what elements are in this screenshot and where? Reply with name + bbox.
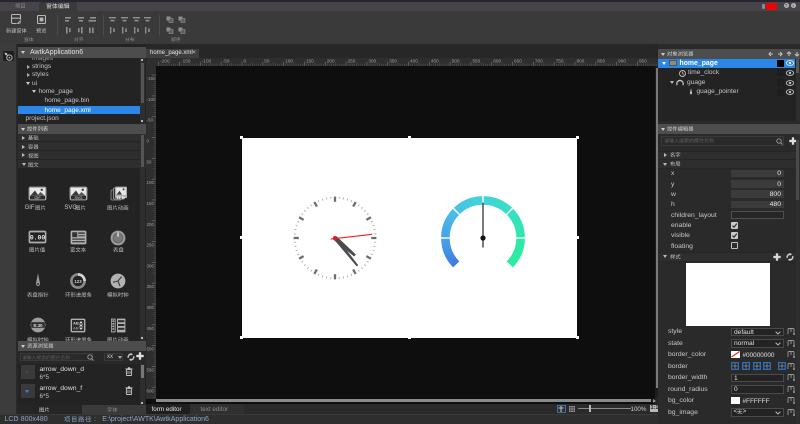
svg-text:150: 150 <box>306 58 314 63</box>
svg-text:8:30: 8:30 <box>33 323 43 328</box>
svg-text:0: 0 <box>244 58 247 63</box>
svg-text:600: 600 <box>493 58 501 63</box>
svg-text:50: 50 <box>264 58 270 63</box>
svg-text:450: 450 <box>431 58 439 63</box>
svg-text:500: 500 <box>452 58 460 63</box>
svg-text:100: 100 <box>147 180 155 185</box>
svg-text:250: 250 <box>147 243 155 248</box>
svg-text:123: 123 <box>74 279 82 284</box>
svg-text:100: 100 <box>285 58 293 63</box>
svg-text:850: 850 <box>597 58 605 63</box>
svg-text:200: 200 <box>327 58 335 63</box>
svg-text:350: 350 <box>147 284 155 289</box>
svg-text:-100: -100 <box>202 58 212 63</box>
svg-text:950: 950 <box>639 58 647 63</box>
svg-text:GIF: GIF <box>34 196 41 200</box>
svg-text:550: 550 <box>472 58 480 63</box>
svg-text:-50: -50 <box>223 58 230 63</box>
svg-text:0.00: 0.00 <box>30 235 46 242</box>
svg-text:300: 300 <box>368 58 376 63</box>
svg-text:450: 450 <box>147 326 155 331</box>
svg-text:900: 900 <box>618 58 626 63</box>
svg-text:50: 50 <box>147 159 153 164</box>
svg-text:400: 400 <box>147 305 155 310</box>
svg-text:-200: -200 <box>160 58 170 63</box>
svg-text:600: 600 <box>147 388 155 393</box>
svg-text:250: 250 <box>348 58 356 63</box>
svg-text:700: 700 <box>535 58 543 63</box>
svg-text:800: 800 <box>577 58 585 63</box>
svg-text:AB: AB <box>73 325 79 330</box>
svg-text:750: 750 <box>556 58 564 63</box>
svg-text:500: 500 <box>147 347 155 352</box>
svg-text:150: 150 <box>147 201 155 206</box>
svg-text:-150: -150 <box>181 58 191 63</box>
svg-text:550: 550 <box>147 367 155 372</box>
svg-text:SVG: SVG <box>74 196 82 200</box>
svg-text:650: 650 <box>514 58 522 63</box>
svg-text:200: 200 <box>147 222 155 227</box>
svg-text:300: 300 <box>147 263 155 268</box>
svg-text:400: 400 <box>410 58 418 63</box>
svg-text:350: 350 <box>389 58 397 63</box>
svg-text:-50: -50 <box>147 118 154 123</box>
